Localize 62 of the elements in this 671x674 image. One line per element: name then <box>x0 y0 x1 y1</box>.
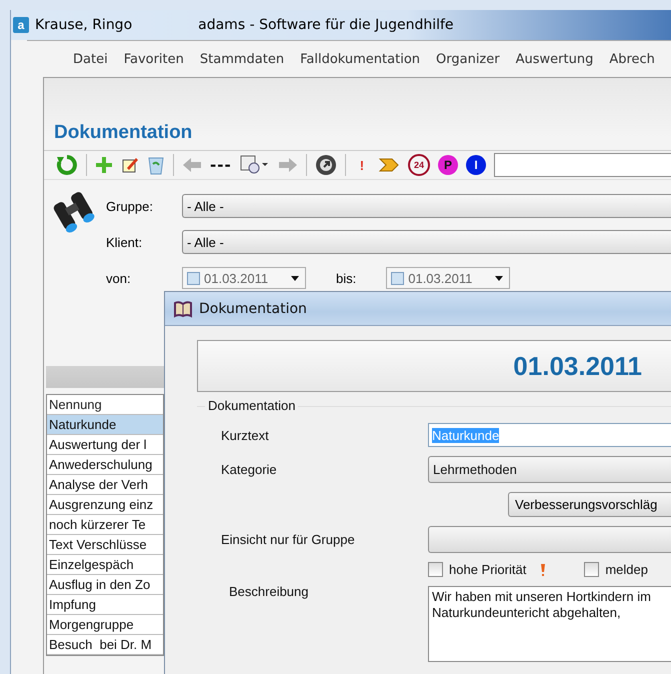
table-row[interactable]: Analyse der Verh <box>47 475 163 495</box>
menu-item[interactable]: Abrech <box>609 52 655 66</box>
exclamation-icon[interactable]: ! <box>354 158 370 172</box>
search-field[interactable] <box>494 153 671 177</box>
forward-arrow-icon[interactable] <box>278 157 298 173</box>
plus-icon[interactable] <box>95 156 113 174</box>
checkbox[interactable] <box>584 562 600 577</box>
menu-item[interactable]: Datei <box>73 52 108 66</box>
date-text: 01.03.2011 <box>513 350 642 382</box>
table-row[interactable]: Morgengruppe <box>47 615 163 635</box>
menu-item[interactable]: Organizer <box>436 52 500 66</box>
date-picker[interactable]: 01.03.2011 <box>386 267 510 289</box>
filter-label: bis: <box>336 270 356 286</box>
filter-label: Klient: <box>106 234 144 250</box>
filter-label: von: <box>106 270 132 286</box>
menu-item[interactable]: Auswertung <box>516 52 594 66</box>
table-row[interactable]: Ausflug in den Zo <box>47 575 163 595</box>
clock-24-icon[interactable]: 24 <box>408 154 430 176</box>
checkbox-label: hohe Priorität <box>449 562 526 577</box>
table-row[interactable]: Impfung <box>47 595 163 615</box>
table-row[interactable]: Auswertung der l <box>47 435 163 455</box>
table-row[interactable]: Ausgrenzung einz <box>47 495 163 515</box>
checkbox[interactable] <box>391 272 404 284</box>
field-label: Kategorie <box>221 462 278 477</box>
menu-item[interactable]: Stammdaten <box>200 52 284 66</box>
section-heading: Dokumentation <box>54 122 194 144</box>
recycle-bin-icon[interactable] <box>147 155 165 175</box>
group-dropdown[interactable] <box>428 526 671 553</box>
table-row[interactable]: noch kürzerer Te <box>47 515 163 535</box>
table-row[interactable]: Naturkunde <box>47 415 163 435</box>
book-icon <box>173 300 193 318</box>
menu-item[interactable]: Favoriten <box>124 52 184 66</box>
group-dropdown[interactable]: - Alle - <box>182 194 671 218</box>
refresh-icon[interactable] <box>56 154 78 176</box>
table-row[interactable]: Besuch bei Dr. M <box>47 635 163 655</box>
table-row[interactable]: Einzelgespäch <box>47 555 163 575</box>
letter-badge-icon[interactable]: I <box>466 155 486 175</box>
table-row[interactable]: Anwederschulung <box>47 455 163 475</box>
field-label: Einsicht nur für Gruppe <box>221 532 356 547</box>
toolbar-text[interactable]: --- <box>210 156 232 174</box>
filter-label: Gruppe: <box>106 198 154 214</box>
table-row[interactable]: Text Verschlüsse <box>47 535 163 555</box>
calendar-icon[interactable] <box>240 155 270 175</box>
letter-badge-icon[interactable]: P <box>438 155 458 175</box>
field-label: Beschreibung <box>228 584 310 599</box>
menu-item[interactable]: Falldokumentation <box>300 52 420 66</box>
window-title: adams - Software für die Jugendhilfe <box>198 17 454 33</box>
user-name: Krause, Ringo <box>35 17 132 33</box>
app-logo: a <box>13 17 29 33</box>
description-textarea[interactable]: Wir haben mit unseren Hortkindern im Naturkundeuntericht abgehalten, <box>428 586 671 662</box>
date-picker[interactable]: 01.03.2011 <box>182 267 306 289</box>
group-label: Dokumentation <box>205 398 298 413</box>
checkbox[interactable] <box>187 272 200 284</box>
category-dropdown[interactable]: Lehrmethoden <box>428 456 671 483</box>
client-dropdown[interactable]: - Alle - <box>182 230 671 254</box>
field-label: Kurztext <box>221 428 270 442</box>
checkbox[interactable] <box>428 562 443 577</box>
checkbox-label: meldep <box>605 562 648 577</box>
suggestions-button[interactable]: Verbesserungsvorschläg <box>508 492 671 517</box>
back-arrow-icon[interactable] <box>182 157 202 173</box>
edit-icon[interactable] <box>121 156 139 174</box>
dialog-title: Dokumentation <box>199 300 307 316</box>
